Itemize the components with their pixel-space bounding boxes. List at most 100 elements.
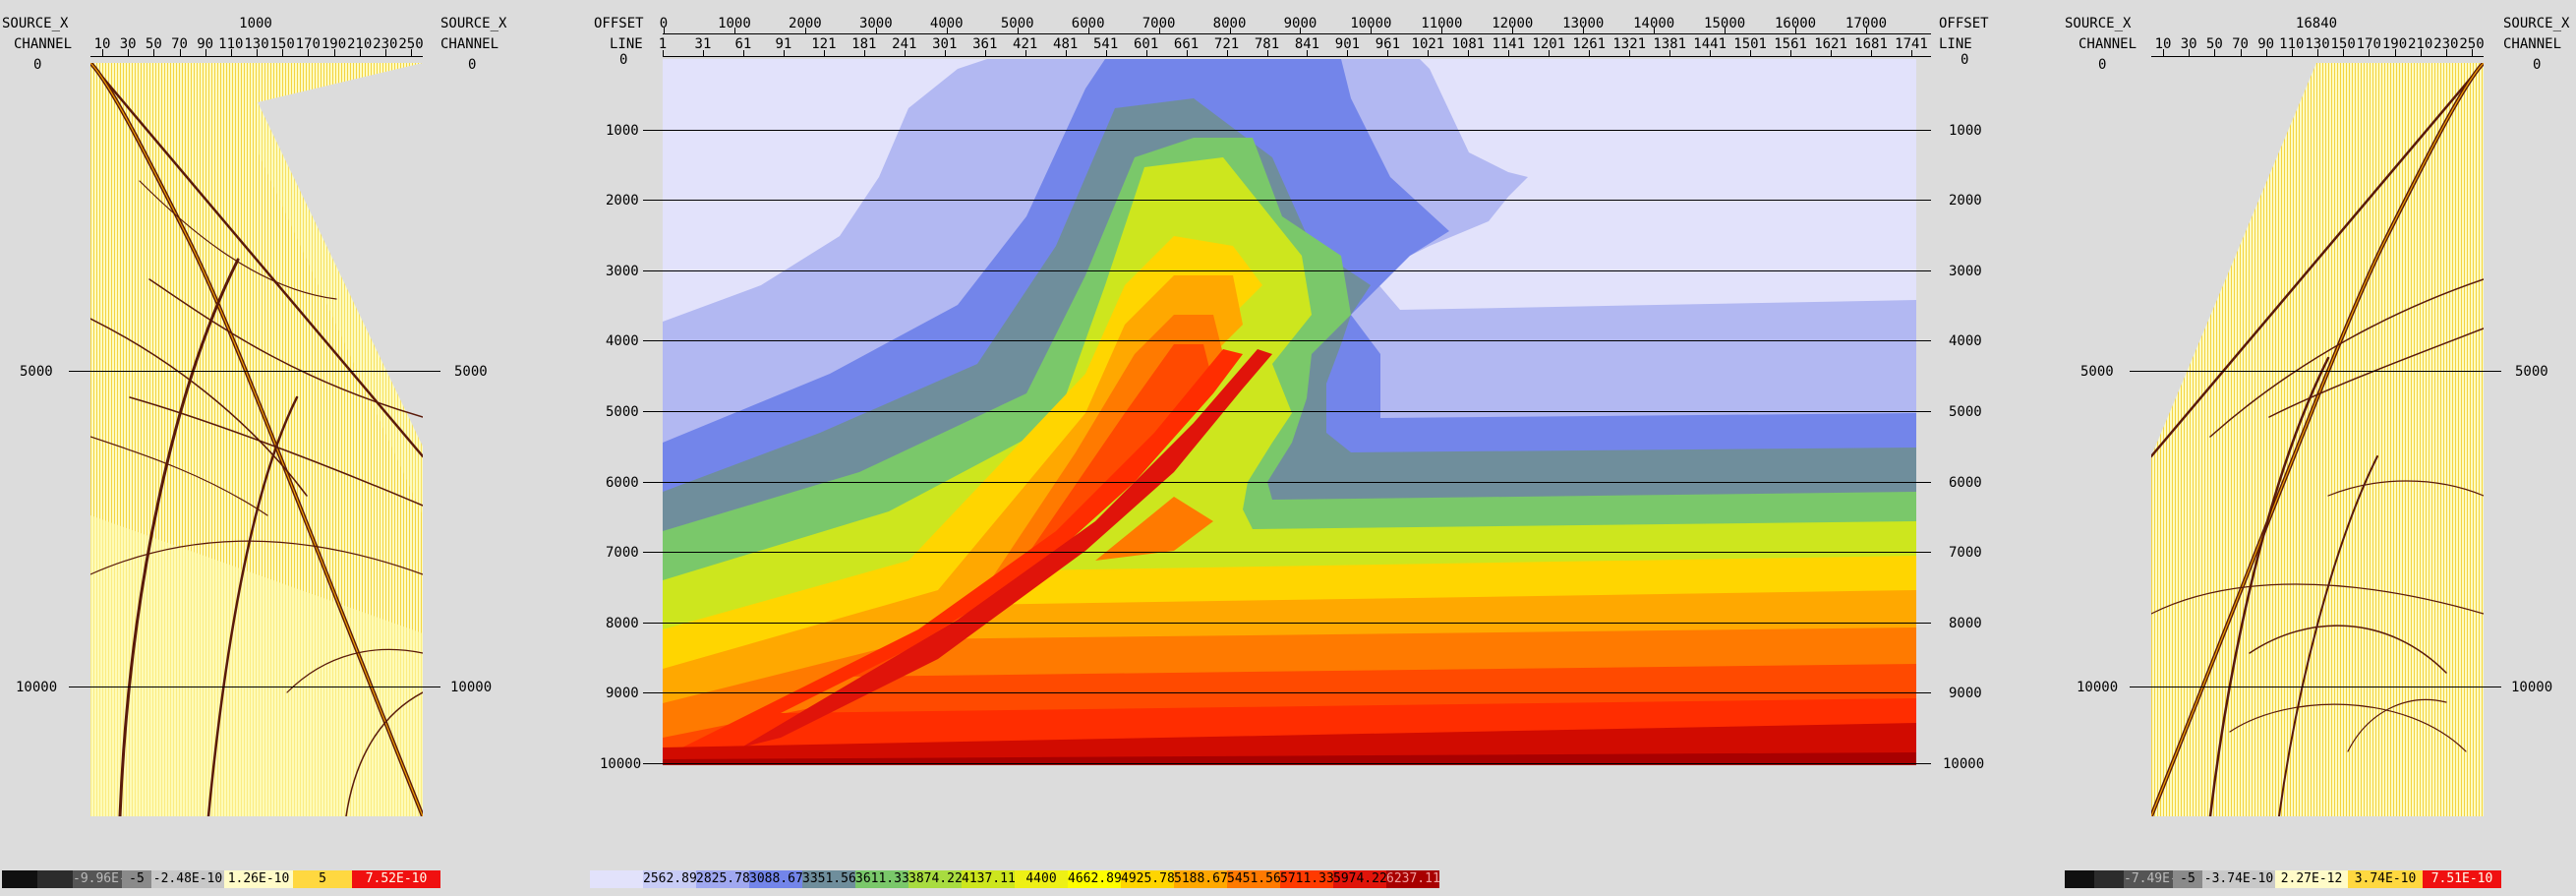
center-legend-label-14: 6237.11 bbox=[1386, 871, 1439, 886]
center-depth-label: 7000 bbox=[606, 545, 639, 562]
left-channel-tick-mark bbox=[230, 49, 232, 56]
center-depth-label: 4000 bbox=[606, 333, 639, 350]
center-offset-tick-mark bbox=[946, 28, 948, 34]
right-legend-swatch-7: 3.74E-10 bbox=[2348, 870, 2423, 888]
velocity-model-panel: OFFSET LINE OFFSET LINE 0 1000 2000 3000 400… bbox=[511, 0, 2045, 896]
center-legend-swatch-10: 4662.89 bbox=[1068, 870, 1121, 888]
center-legend-swatch-7: 3874.22 bbox=[908, 870, 962, 888]
right-channel-tick-mark bbox=[2394, 49, 2396, 56]
center-legend-swatch-14: 5711.33 bbox=[1280, 870, 1333, 888]
center-legend-label-11: 5451.56 bbox=[1227, 871, 1280, 886]
center-legend-label-10: 5188.67 bbox=[1174, 871, 1227, 886]
center-legend-label-9: 4925.78 bbox=[1121, 871, 1174, 886]
center-offset-tick-mark bbox=[1300, 28, 1302, 34]
right-source-value: 16840 bbox=[2295, 16, 2338, 31]
center-legend-swatch-15: 5974.22 bbox=[1333, 870, 1386, 888]
left-channel-tick-mark bbox=[179, 49, 181, 56]
center-depth-label: 1000 bbox=[606, 122, 639, 139]
center-line-tick-mark bbox=[1266, 50, 1268, 57]
right-hdr-channel: CHANNEL bbox=[2078, 36, 2137, 52]
center-depth-label: 9000 bbox=[606, 686, 639, 702]
right-time-5000: 5000 bbox=[2080, 364, 2114, 380]
center-legend-swatch-13: 5451.56 bbox=[1227, 870, 1280, 888]
left-time-10000-right: 10000 bbox=[450, 680, 493, 695]
center-line-tick-mark bbox=[1831, 50, 1833, 57]
center-line-tick-mark bbox=[1065, 50, 1067, 57]
center-depth-label: 6000 bbox=[606, 474, 639, 491]
center-offset-axis bbox=[663, 33, 1931, 34]
left-channel-tick-mark bbox=[411, 49, 412, 56]
center-depth-label: 8000 bbox=[606, 615, 639, 631]
center-hdr-offset: OFFSET bbox=[594, 16, 644, 31]
right-hdr-channel-right: CHANNEL bbox=[2503, 36, 2562, 52]
left-seismic-gather bbox=[90, 63, 423, 816]
right-hdr-zero: 0 bbox=[2098, 57, 2107, 73]
center-line-tick-mark bbox=[1387, 50, 1389, 57]
center-depth-label-right: 7000 bbox=[1949, 545, 1982, 562]
right-legend-swatch-4: -5 bbox=[2173, 870, 2202, 888]
center-depth-line bbox=[643, 340, 1931, 342]
center-line-tick-mark bbox=[1750, 50, 1752, 57]
center-legend-label-1: 2825.78 bbox=[696, 871, 749, 886]
left-legend-label-1: -5 bbox=[129, 871, 145, 886]
left-hdr-channel-right: CHANNEL bbox=[440, 36, 499, 52]
center-offset-tick-mark bbox=[1158, 28, 1160, 34]
center-line-tick-mark bbox=[1226, 50, 1228, 57]
right-seismic-panel: SOURCE_X CHANNEL 0 SOURCE_X CHANNEL 0 16… bbox=[2045, 0, 2576, 896]
left-legend-swatch-4: -5 bbox=[122, 870, 151, 888]
center-offset-tick-mark bbox=[1017, 28, 1019, 34]
right-legend-label-1: -5 bbox=[2180, 871, 2195, 886]
left-channel-tick-mark bbox=[282, 49, 284, 56]
center-depth-label: 5000 bbox=[606, 404, 639, 420]
right-time-line-5000 bbox=[2130, 371, 2501, 372]
left-hdr-channel: CHANNEL bbox=[14, 36, 73, 52]
left-color-legend: -9.96E-10 -5 -2.48E-10 1.26E-10 5 7.52E-… bbox=[2, 870, 440, 888]
right-legend-swatch-5: -3.74E-10 bbox=[2202, 870, 2275, 888]
left-hdr-source-x: SOURCE_X bbox=[2, 16, 69, 31]
left-legend-label-5: 7.52E-10 bbox=[365, 871, 428, 886]
center-offset-tick-mark bbox=[1866, 28, 1867, 34]
center-line-tick-mark bbox=[1629, 50, 1631, 57]
center-depth-label-right: 4000 bbox=[1949, 333, 1982, 350]
center-hdr-offset-right: OFFSET bbox=[1939, 16, 1989, 31]
right-channel-tick-mark bbox=[2189, 49, 2191, 56]
center-legend-label-12: 5711.33 bbox=[1280, 871, 1333, 886]
center-depth-line bbox=[643, 129, 1931, 131]
center-line-tick-mark bbox=[1145, 50, 1147, 57]
left-channel-tick-mark bbox=[359, 49, 361, 56]
left-channel-axis bbox=[90, 56, 423, 57]
center-depth-label-right: 9000 bbox=[1949, 686, 1982, 702]
center-legend-label-8: 4662.89 bbox=[1068, 871, 1121, 886]
center-legend-swatch-2: 2562.89 bbox=[643, 870, 696, 888]
left-time-5000: 5000 bbox=[20, 364, 53, 380]
right-channel-tick-mark bbox=[2369, 49, 2371, 56]
right-legend-swatch-3: -7.49E-10 bbox=[2124, 870, 2173, 888]
center-line-tick-mark bbox=[1186, 50, 1188, 57]
left-channel-tick-mark bbox=[333, 49, 335, 56]
center-depth-label: 2000 bbox=[606, 193, 639, 209]
center-depth-line bbox=[643, 269, 1931, 271]
center-line-tick-mark bbox=[1347, 50, 1349, 57]
center-offset-tick-mark bbox=[733, 28, 735, 34]
left-channel-tick-mark bbox=[384, 49, 386, 56]
left-channel-tick-mark bbox=[128, 49, 130, 56]
left-time-line-5000 bbox=[69, 371, 440, 372]
right-time-5000-right: 5000 bbox=[2515, 364, 2548, 380]
center-legend-label-3: 3351.56 bbox=[802, 871, 855, 886]
right-legend-label-3: 2.27E-12 bbox=[2280, 871, 2343, 886]
center-depth-label: 10000 bbox=[600, 756, 642, 772]
velocity-model-image bbox=[663, 59, 1916, 765]
center-legend-label-13: 5974.22 bbox=[1333, 871, 1386, 886]
center-offset-tick-mark bbox=[1229, 28, 1231, 34]
center-line-tick-mark bbox=[1790, 50, 1792, 57]
center-offset-tick-mark bbox=[1512, 28, 1514, 34]
center-depth-label: 0 bbox=[619, 52, 628, 68]
center-offset-tick-mark bbox=[1725, 28, 1727, 34]
center-color-legend: 2562.89 2825.78 3088.67 3351.56 3611.33 … bbox=[590, 870, 1439, 888]
right-legend-label-0: -7.49E-10 bbox=[2124, 871, 2173, 886]
center-legend-label-6: 4137.11 bbox=[962, 871, 1015, 886]
center-depth-line bbox=[643, 552, 1931, 554]
center-depth-label: 3000 bbox=[606, 263, 639, 279]
right-legend-label-5: 7.51E-10 bbox=[2430, 871, 2493, 886]
left-source-value: 1000 bbox=[239, 16, 272, 31]
